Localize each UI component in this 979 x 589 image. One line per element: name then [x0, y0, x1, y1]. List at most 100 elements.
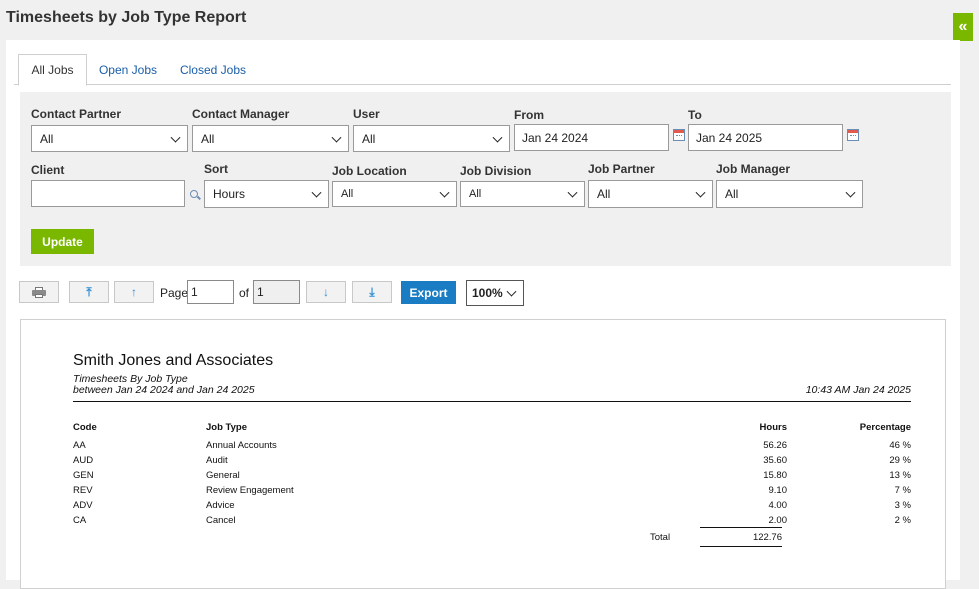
row-percentage: 13 %	[889, 470, 911, 481]
row-code: ADV	[73, 500, 93, 511]
total-hours: 122.76	[752, 532, 782, 543]
chevron-down-icon	[439, 187, 450, 198]
row-hours: 4.00	[768, 500, 788, 511]
job-division-label: Job Division	[460, 164, 532, 178]
user-select[interactable]: All	[353, 125, 510, 152]
from-date-input[interactable]: Jan 24 2024	[514, 124, 669, 151]
job-division-value: All	[469, 188, 482, 200]
tab-open-jobs[interactable]: Open Jobs	[92, 54, 164, 85]
chevron-down-icon	[845, 187, 856, 198]
page-number-input[interactable]: 1	[187, 280, 234, 304]
page-number-value: 1	[191, 285, 198, 299]
job-partner-value: All	[597, 187, 611, 201]
sort-select[interactable]: Hours	[204, 180, 329, 208]
company-name: Smith Jones and Associates	[73, 352, 274, 369]
total-pages-value: 1	[257, 285, 264, 299]
column-header-hours: Hours	[759, 422, 787, 433]
contact-partner-label: Contact Partner	[31, 107, 122, 121]
client-label: Client	[31, 163, 65, 177]
print-button[interactable]	[19, 281, 59, 303]
row-hours: 15.80	[763, 470, 787, 481]
row-hours: 56.26	[763, 440, 787, 451]
job-division-select[interactable]: All	[460, 181, 585, 207]
filter-panel: Contact Partner All Contact Manager All …	[20, 92, 951, 266]
job-status-tabs: All Jobs Open Jobs Closed Jobs	[14, 54, 951, 86]
export-button[interactable]: Export	[401, 281, 456, 304]
search-icon[interactable]	[190, 190, 198, 198]
row-job-type: Advice	[206, 500, 235, 511]
next-page-icon: ↓	[323, 285, 329, 299]
row-code: AUD	[73, 455, 94, 466]
first-page-button[interactable]: ⤒	[69, 281, 109, 303]
row-code: REV	[73, 485, 93, 496]
report-generated-time: 10:43 AM Jan 24 2025	[805, 384, 911, 396]
page-title: Timesheets by Job Type Report	[6, 9, 247, 26]
contact-partner-select[interactable]: All	[31, 125, 188, 152]
row-percentage: 7 %	[894, 485, 911, 496]
chevron-down-icon	[567, 187, 578, 198]
chevron-down-icon	[695, 187, 706, 198]
calendar-icon[interactable]	[673, 129, 685, 141]
from-label: From	[514, 108, 544, 122]
total-pages-field: 1	[253, 280, 300, 304]
report-date-range: between Jan 24 2024 and Jan 24 2025	[73, 384, 255, 396]
last-page-icon: ⤓	[369, 284, 375, 299]
user-value: All	[362, 131, 376, 146]
row-job-type: General	[206, 470, 240, 481]
row-percentage: 2 %	[894, 515, 911, 526]
zoom-value: 100%	[472, 286, 503, 300]
next-page-button[interactable]: ↓	[306, 281, 346, 303]
row-percentage: 29 %	[889, 455, 911, 466]
chevron-down-icon	[331, 132, 342, 143]
contact-manager-select[interactable]: All	[192, 125, 349, 152]
job-partner-select[interactable]: All	[588, 180, 713, 208]
calendar-icon[interactable]	[847, 129, 859, 141]
contact-manager-label: Contact Manager	[192, 107, 290, 121]
previous-page-icon: ↑	[131, 285, 137, 299]
row-code: CA	[73, 515, 87, 526]
chevron-down-icon	[492, 132, 503, 143]
report-preview: Smith Jones and Associates Timesheets By…	[20, 319, 946, 589]
contact-manager-value: All	[201, 131, 215, 146]
job-location-label: Job Location	[332, 164, 407, 178]
previous-page-button[interactable]: ↑	[114, 281, 154, 303]
column-header-job-type: Job Type	[206, 422, 247, 433]
row-percentage: 3 %	[894, 500, 911, 511]
column-header-code: Code	[73, 422, 97, 433]
first-page-icon: ⤒	[86, 284, 92, 299]
client-input[interactable]	[31, 180, 185, 207]
row-hours: 9.10	[768, 485, 788, 496]
to-date-input[interactable]: Jan 24 2025	[688, 124, 843, 151]
row-hours: 2.00	[768, 515, 788, 526]
total-bottom-rule	[700, 546, 782, 547]
last-page-button[interactable]: ⤓	[352, 281, 392, 303]
row-hours: 35.60	[763, 455, 787, 466]
of-label: of	[239, 286, 250, 300]
chevron-down-icon	[170, 132, 181, 143]
collapse-panel-button[interactable]: «	[953, 13, 973, 41]
double-chevron-left-icon: «	[958, 18, 968, 35]
total-top-rule	[700, 527, 782, 528]
page-label: Page	[160, 286, 189, 300]
job-location-select[interactable]: All	[332, 181, 457, 207]
row-job-type: Annual Accounts	[206, 440, 277, 451]
user-label: User	[353, 107, 380, 121]
column-header-percentage: Percentage	[859, 422, 911, 433]
job-manager-label: Job Manager	[716, 162, 791, 176]
job-location-value: All	[341, 188, 354, 200]
zoom-select[interactable]: 100%	[466, 280, 524, 306]
row-code: GEN	[73, 470, 94, 481]
job-partner-label: Job Partner	[588, 162, 655, 176]
chevron-down-icon	[311, 187, 322, 198]
tab-closed-jobs[interactable]: Closed Jobs	[174, 54, 252, 85]
job-manager-select[interactable]: All	[716, 180, 863, 208]
total-label: Total	[650, 532, 671, 543]
sort-label: Sort	[204, 162, 228, 176]
sort-value: Hours	[213, 187, 246, 201]
update-button[interactable]: Update	[31, 229, 94, 254]
row-percentage: 46 %	[889, 440, 911, 451]
row-code: AA	[73, 440, 86, 451]
header-rule	[73, 401, 911, 402]
chevron-down-icon	[506, 286, 517, 297]
tab-all-jobs[interactable]: All Jobs	[18, 54, 87, 86]
